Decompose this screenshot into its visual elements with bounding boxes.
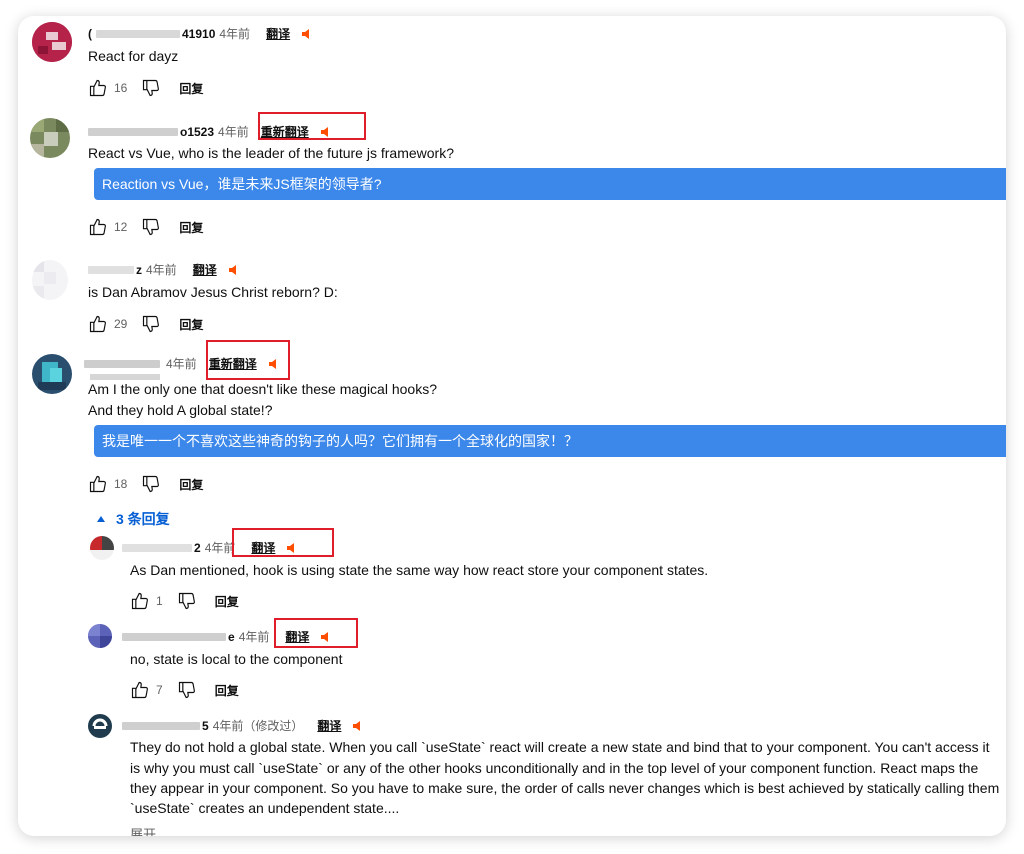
replies-toggle[interactable]: 3 条回复 <box>96 509 170 529</box>
reply-button[interactable]: 回复 <box>179 80 203 97</box>
like-icon[interactable] <box>88 474 108 494</box>
comment-text-line2: And they hold A global state!? <box>88 402 273 418</box>
redacted-name <box>122 721 200 730</box>
like-count: 16 <box>114 81 128 95</box>
dislike-icon[interactable] <box>141 474 161 494</box>
reply-actions: 1 回复 <box>130 591 239 611</box>
chevron-up-icon <box>97 516 105 522</box>
avatar[interactable] <box>90 536 114 560</box>
highlight-box <box>206 340 290 380</box>
author-handle[interactable]: 5 <box>202 719 209 733</box>
reply-button[interactable]: 回复 <box>179 219 203 236</box>
avatar[interactable] <box>30 118 70 158</box>
reply-text-line3: they appear in your component. So you ha… <box>130 780 1000 796</box>
avatar[interactable] <box>32 260 68 300</box>
reply-actions: 7 回复 <box>130 680 239 700</box>
dislike-icon[interactable] <box>141 314 161 334</box>
like-count: 18 <box>114 477 128 491</box>
translate-link[interactable]: 翻译 <box>193 261 217 278</box>
comment-actions: 18 回复 <box>88 474 203 494</box>
like-icon[interactable] <box>88 217 108 237</box>
redacted-name <box>84 359 160 368</box>
like-count: 12 <box>114 220 128 234</box>
comment-text: React vs Vue, who is the leader of the f… <box>88 145 454 161</box>
translate-link[interactable]: 翻译 <box>317 717 341 734</box>
comment-actions: 16 回复 <box>88 78 203 98</box>
speaker-icon[interactable] <box>351 720 363 732</box>
author-handle[interactable]: 2 <box>194 541 201 555</box>
like-count: 7 <box>156 683 163 697</box>
avatar[interactable] <box>88 624 112 648</box>
redacted-name <box>122 632 226 641</box>
highlight-box <box>274 618 358 648</box>
comment-meta: z 4年前 翻译 <box>88 261 239 278</box>
reply-time[interactable]: 4年前 <box>205 539 236 556</box>
avatar[interactable] <box>88 714 112 738</box>
highlight-box <box>258 112 366 140</box>
redacted-name <box>96 29 180 38</box>
avatar-image-icon <box>90 536 114 560</box>
like-icon[interactable] <box>130 680 150 700</box>
reply-button[interactable]: 回复 <box>215 593 239 610</box>
reply-time[interactable]: 4年前 <box>239 628 270 645</box>
reply-text-line1: They do not hold a global state. When yo… <box>130 739 990 755</box>
reply-text-line2: is why you must call `useState` or any o… <box>130 760 979 776</box>
author-handle[interactable]: o1523 <box>180 125 214 139</box>
comment-actions: 12 回复 <box>88 217 203 237</box>
expand-link[interactable]: 展开 <box>130 824 156 836</box>
reply-text: no, state is local to the component <box>130 651 343 667</box>
avatar-image-icon <box>32 260 68 300</box>
like-count: 1 <box>156 594 163 608</box>
comment-text: is Dan Abramov Jesus Christ reborn? D: <box>88 284 338 300</box>
dislike-icon[interactable] <box>141 217 161 237</box>
avatar-image-icon <box>88 624 112 648</box>
avatar-image-icon <box>32 354 72 394</box>
reply-button[interactable]: 回复 <box>215 682 239 699</box>
like-icon[interactable] <box>88 314 108 334</box>
avatar[interactable] <box>32 22 72 62</box>
comment-time[interactable]: 4年前 <box>166 355 197 372</box>
avatar-image-icon <box>32 22 72 62</box>
comment-time[interactable]: 4年前 <box>218 123 249 140</box>
reply-text: As Dan mentioned, hook is using state th… <box>130 562 709 578</box>
author-handle[interactable]: 41910 <box>182 27 215 41</box>
replies-count-label: 3 条回复 <box>116 511 170 527</box>
translation-bar: 我是唯一一个不喜欢这些神奇的钩子的人吗？它们拥有一个全球化的国家！？ <box>94 425 1006 457</box>
author-handle[interactable]: e <box>228 630 235 644</box>
reply-time[interactable]: 4年前（修改过） <box>213 717 304 734</box>
reply-button[interactable]: 回复 <box>179 476 203 493</box>
avatar[interactable] <box>32 354 72 394</box>
comment-time[interactable]: 4年前 <box>146 261 177 278</box>
like-count: 29 <box>114 317 128 331</box>
dislike-icon[interactable] <box>141 78 161 98</box>
dislike-icon[interactable] <box>177 591 197 611</box>
comment-time[interactable]: 4年前 <box>219 25 250 42</box>
author-handle-prefix[interactable]: ( <box>88 27 92 41</box>
like-icon[interactable] <box>130 591 150 611</box>
comment-text-line1: Am I the only one that doesn't like thes… <box>88 381 437 397</box>
comments-panel: ( 41910 4年前 翻译 React for dayz 16 回复 o152… <box>18 16 1006 836</box>
reply-meta: 5 4年前（修改过） 翻译 <box>122 717 363 734</box>
translation-bar: Reaction vs Vue，谁是未来JS框架的领导者? <box>94 168 1006 200</box>
redacted-name <box>122 543 192 552</box>
like-icon[interactable] <box>88 78 108 98</box>
reply-button[interactable]: 回复 <box>179 316 203 333</box>
avatar-image-icon <box>88 714 112 738</box>
speaker-icon[interactable] <box>227 264 239 276</box>
dislike-icon[interactable] <box>177 680 197 700</box>
comment-text: React for dayz <box>88 48 179 64</box>
speaker-icon[interactable] <box>300 28 312 40</box>
redacted-name <box>88 127 178 136</box>
avatar-image-icon <box>30 118 70 158</box>
comment-actions: 29 回复 <box>88 314 203 334</box>
translate-link[interactable]: 翻译 <box>266 25 290 42</box>
reply-text-line4: `useState` creates an undependent state.… <box>130 800 400 816</box>
highlight-box <box>232 528 334 557</box>
author-handle[interactable]: z <box>136 263 142 277</box>
comment-meta: ( 41910 4年前 翻译 <box>88 25 312 42</box>
redacted-name <box>88 265 134 274</box>
